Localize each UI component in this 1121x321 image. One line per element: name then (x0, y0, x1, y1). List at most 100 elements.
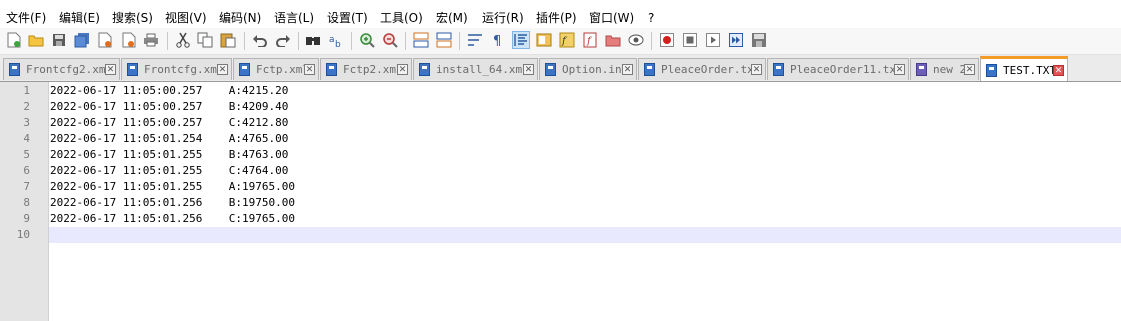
cut-icon[interactable] (174, 31, 192, 49)
stop-record-icon[interactable] (681, 31, 699, 49)
text-line[interactable]: 2022-06-17 11:05:00.257 A:4215.20 (50, 83, 288, 99)
close-tab-icon[interactable]: ✕ (622, 64, 633, 75)
redo-icon[interactable] (274, 31, 292, 49)
tab-label: Option.ini (562, 63, 622, 76)
menu-plugins[interactable]: 插件(P) (536, 10, 577, 26)
line-number: 2 (23, 100, 30, 113)
menu-window[interactable]: 窗口(W) (589, 10, 634, 26)
replace-icon[interactable]: ab (327, 31, 345, 49)
paste-icon[interactable] (219, 31, 237, 49)
line-number: 9 (23, 212, 30, 225)
save-icon[interactable] (50, 31, 68, 49)
new-file-icon[interactable] (5, 31, 23, 49)
file-icon (9, 63, 20, 76)
print-icon[interactable] (142, 31, 160, 49)
editor[interactable]: 1 2 3 4 5 6 7 8 9 10 2022-06-17 11:05:00… (0, 81, 1121, 321)
text-line[interactable]: 2022-06-17 11:05:01.256 B:19750.00 (50, 195, 295, 211)
close-tab-icon[interactable]: ✕ (105, 64, 116, 75)
document-map-icon[interactable] (535, 31, 553, 49)
tab-fctp2[interactable]: Fctp2.xml ✕ (320, 58, 412, 80)
monitoring-icon[interactable] (627, 31, 645, 49)
menu-macro[interactable]: 宏(M) (436, 10, 468, 26)
close-tab-icon[interactable]: ✕ (894, 64, 905, 75)
line-number: 10 (16, 228, 30, 241)
file-icon (986, 63, 997, 77)
text-line[interactable]: 2022-06-17 11:05:01.254 A:4765.00 (50, 131, 288, 147)
tab-install64[interactable]: install_64.xml ✕ (413, 58, 538, 80)
run-multiple-macro-icon[interactable] (727, 31, 745, 49)
line-number-gutter: 1 2 3 4 5 6 7 8 9 10 (0, 82, 49, 321)
menu-run[interactable]: 运行(R) (482, 10, 524, 26)
menu-bar: 文件(F) 编辑(E) 搜索(S) 视图(V) 编码(N) 语言(L) 设置(T… (0, 0, 1121, 28)
close-all-icon[interactable] (119, 31, 137, 49)
line-number: 1 (23, 84, 30, 97)
svg-text:a: a (329, 35, 335, 45)
close-tab-icon[interactable]: ✕ (397, 64, 408, 75)
copy-icon[interactable] (196, 31, 214, 49)
menu-search[interactable]: 搜索(S) (112, 10, 153, 26)
file-icon (916, 63, 927, 76)
svg-text:¶: ¶ (493, 34, 501, 48)
tab-label: TEST.TXT (1003, 63, 1053, 77)
sync-horizontal-icon[interactable] (435, 31, 453, 49)
close-tab-icon[interactable]: ✕ (964, 64, 975, 75)
text-line[interactable]: 2022-06-17 11:05:00.257 B:4209.40 (50, 99, 288, 115)
zoom-in-icon[interactable] (358, 31, 376, 49)
tab-frontcfg2[interactable]: Frontcfg2.xml ✕ (3, 58, 120, 80)
file-icon (326, 63, 337, 76)
tab-fctp[interactable]: Fctp.xml ✕ (233, 58, 319, 80)
menu-help[interactable]: ? (648, 10, 654, 26)
text-line[interactable]: 2022-06-17 11:05:00.257 C:4212.80 (50, 115, 288, 131)
sync-vertical-icon[interactable] (412, 31, 430, 49)
menu-edit[interactable]: 编辑(E) (59, 10, 100, 26)
record-macro-icon[interactable] (658, 31, 676, 49)
text-line[interactable]: 2022-06-17 11:05:01.255 B:4763.00 (50, 147, 288, 163)
line-number: 8 (23, 196, 30, 209)
file-icon (419, 63, 430, 76)
line-number: 4 (23, 132, 30, 145)
word-wrap-icon[interactable] (466, 31, 484, 49)
function-list-icon[interactable]: f (558, 31, 576, 49)
folder-icon[interactable] (604, 31, 622, 49)
tab-label: PleaceOrder.txt (661, 63, 751, 76)
folder-workspace-icon[interactable]: f (581, 31, 599, 49)
indent-guide-icon[interactable] (512, 31, 530, 49)
undo-icon[interactable] (251, 31, 269, 49)
current-line-highlight (49, 227, 1121, 243)
close-tab-icon[interactable]: ✕ (1053, 64, 1064, 76)
text-line[interactable]: 2022-06-17 11:05:01.255 C:4764.00 (50, 163, 288, 179)
show-all-chars-icon[interactable]: ¶ (489, 31, 507, 49)
tab-new2[interactable]: new 2 ✕ (910, 58, 979, 80)
close-tab-icon[interactable]: ✕ (304, 64, 315, 75)
menu-tools[interactable]: 工具(O) (380, 10, 423, 26)
line-number: 7 (23, 180, 30, 193)
tab-label: Fctp2.xml (343, 63, 397, 76)
tab-pleaceorder11[interactable]: PleaceOrder11.txt ✕ (767, 58, 909, 80)
close-tab-icon[interactable]: ✕ (523, 64, 534, 75)
tab-pleaceorder[interactable]: PleaceOrder.txt ✕ (638, 58, 766, 80)
close-tab-icon[interactable]: ✕ (751, 64, 762, 75)
line-number: 6 (23, 164, 30, 177)
find-icon[interactable] (304, 31, 322, 49)
tab-label: new 2 (933, 63, 964, 76)
file-icon (545, 63, 556, 76)
save-all-icon[interactable] (73, 31, 91, 49)
tab-option[interactable]: Option.ini ✕ (539, 58, 637, 80)
tab-test-txt[interactable]: TEST.TXT ✕ (980, 56, 1068, 81)
play-macro-icon[interactable] (704, 31, 722, 49)
menu-file[interactable]: 文件(F) (6, 10, 46, 26)
text-line[interactable]: 2022-06-17 11:05:01.256 C:19765.00 (50, 211, 295, 227)
tab-frontcfg[interactable]: Frontcfg.xml ✕ (121, 58, 232, 80)
menu-language[interactable]: 语言(L) (274, 10, 314, 26)
file-icon (644, 63, 655, 76)
menu-encoding[interactable]: 编码(N) (219, 10, 261, 26)
text-line[interactable]: 2022-06-17 11:05:01.255 A:19765.00 (50, 179, 295, 195)
zoom-out-icon[interactable] (381, 31, 399, 49)
close-tab-icon[interactable]: ✕ (217, 64, 228, 75)
open-file-icon[interactable] (27, 31, 45, 49)
menu-settings[interactable]: 设置(T) (327, 10, 368, 26)
save-macro-icon[interactable] (750, 31, 768, 49)
file-icon (773, 63, 784, 76)
close-icon[interactable] (96, 31, 114, 49)
menu-view[interactable]: 视图(V) (165, 10, 207, 26)
